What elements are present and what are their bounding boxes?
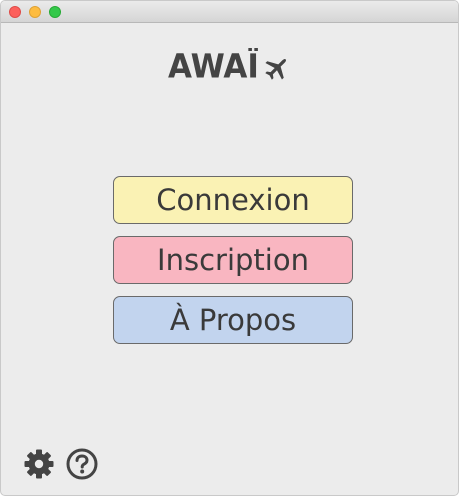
airplane-icon [265, 58, 286, 80]
title-bar[interactable] [1, 1, 458, 23]
close-window-button[interactable] [9, 6, 21, 18]
inscription-button[interactable]: Inscription [113, 236, 353, 284]
help-icon[interactable] [66, 448, 98, 480]
connexion-button[interactable]: Connexion [113, 176, 353, 224]
maximize-window-button[interactable] [49, 6, 61, 18]
a-propos-button[interactable]: À Propos [113, 296, 353, 344]
gear-icon[interactable] [23, 448, 55, 480]
minimize-window-button[interactable] [29, 6, 41, 18]
app-logo: AWAÏ [1, 47, 458, 87]
app-window: AWAÏ Connexion Inscription À Propos [0, 0, 459, 496]
logo-text: AWAÏ [168, 48, 259, 86]
